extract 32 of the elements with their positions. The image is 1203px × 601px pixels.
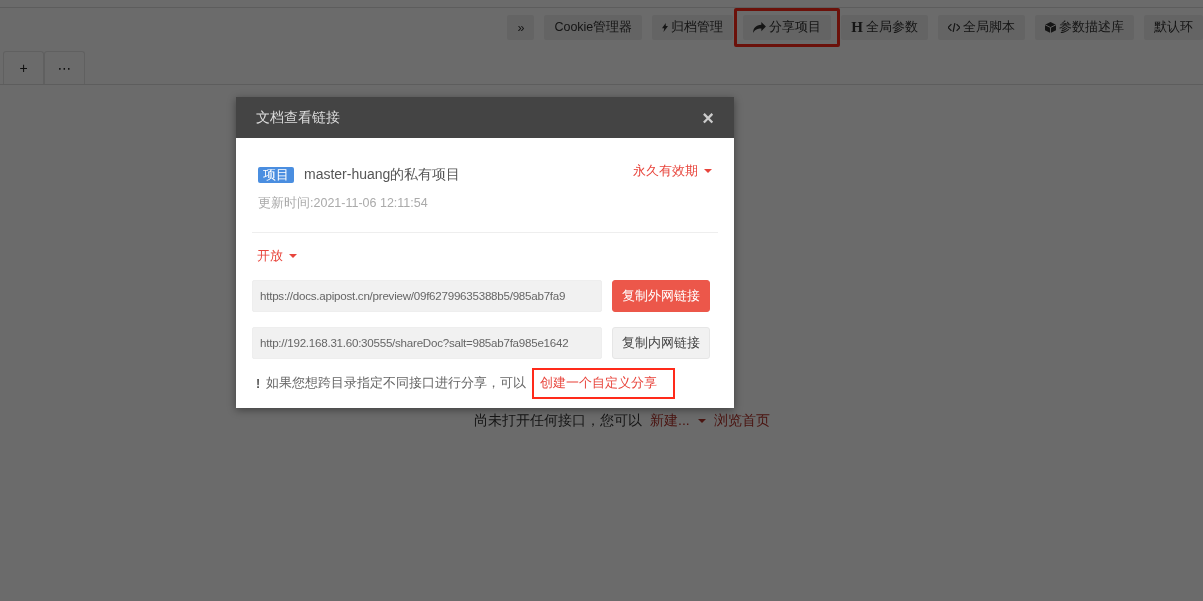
copy-link-button[interactable]: 复制外网链接 bbox=[612, 280, 710, 312]
link-field[interactable]: https://docs.apipost.cn/preview/09f62799635388b5/985ab7fa9 bbox=[252, 280, 602, 312]
toolbar-button[interactable]: Cookie管理器 bbox=[544, 15, 643, 40]
warning-mark: ! bbox=[256, 376, 261, 391]
toolbar-button[interactable]: 分享项目 bbox=[743, 15, 832, 40]
update-time: 更新时间:2021-11-06 12:11:54 bbox=[257, 195, 429, 212]
toolbar-button[interactable]: 归档管理 bbox=[652, 15, 734, 40]
toolbar-button[interactable]: H 全局参数 bbox=[841, 15, 928, 40]
cube-icon bbox=[1045, 22, 1056, 33]
toolbar-button[interactable]: 默认环 bbox=[1144, 15, 1203, 40]
toolbar-button[interactable]: » bbox=[507, 15, 535, 40]
copy-link-button[interactable]: 复制内网链接 bbox=[612, 327, 710, 359]
new-link[interactable]: 新建... bbox=[650, 412, 690, 430]
home-link[interactable]: 浏览首页 bbox=[713, 412, 770, 430]
custom-share-link[interactable]: 创建一个自定义分享 bbox=[538, 375, 660, 392]
link-field[interactable]: http://192.168.31.60:30555/shareDoc?salt=985ab7fa985e1642 bbox=[252, 327, 602, 359]
toolbar-button[interactable]: 全局脚本 bbox=[938, 15, 1025, 40]
dialog-title: 文档查看链接 bbox=[256, 108, 340, 127]
toolbar-button[interactable]: 参数描述库 bbox=[1035, 15, 1134, 40]
tab-button[interactable]: + bbox=[3, 51, 44, 84]
empty-state-text: 尚未打开任何接口，您可以 bbox=[474, 412, 642, 430]
project-name: master-huang的私有项目 bbox=[304, 166, 461, 184]
caret-icon bbox=[697, 419, 706, 423]
share-arrow-icon bbox=[753, 22, 767, 33]
notice-text: 如果您想跨目录指定不同接口进行分享，可以 bbox=[266, 375, 527, 392]
code-icon bbox=[948, 23, 960, 32]
bolt-icon bbox=[662, 22, 669, 33]
access-dropdown[interactable]: 开放 bbox=[257, 247, 297, 265]
close-button[interactable]: × bbox=[702, 107, 714, 128]
tab-button[interactable]: ⋯ bbox=[44, 51, 85, 84]
expiry-dropdown[interactable]: 永久有效期 bbox=[633, 162, 712, 180]
project-tag: 项目 bbox=[258, 167, 294, 183]
